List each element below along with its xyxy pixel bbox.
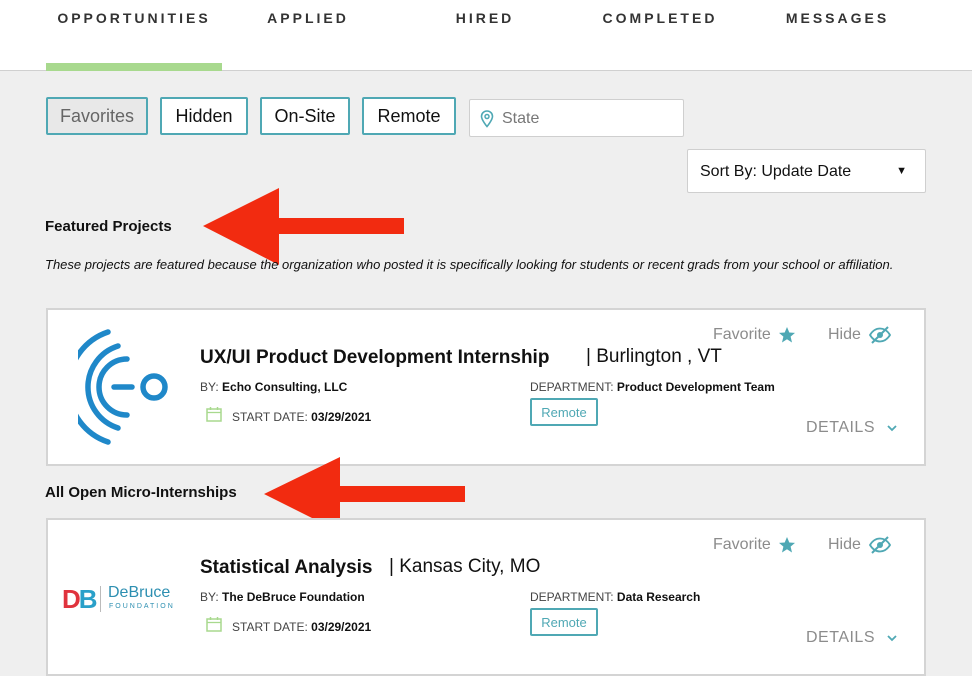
tab-applied[interactable]: APPLIED — [230, 10, 386, 30]
tab-completed[interactable]: COMPLETED — [585, 10, 735, 30]
start-date-label: START DATE: — [232, 410, 308, 424]
hide-button[interactable]: Hide — [828, 536, 861, 554]
start-date-label: START DATE: — [232, 620, 308, 634]
active-tab-indicator — [46, 63, 222, 71]
project-start-date: START DATE: 03/29/2021 — [232, 620, 371, 634]
project-start-date: START DATE: 03/29/2021 — [232, 410, 371, 424]
hidden-filter-button[interactable]: Hidden — [160, 97, 248, 135]
onsite-filter-button[interactable]: On-Site — [260, 97, 350, 135]
remote-filter-button[interactable]: Remote — [362, 97, 456, 135]
remote-tag: Remote — [530, 608, 598, 636]
organization-name: The DeBruce Foundation — [222, 590, 365, 604]
department-label: DEPARTMENT: — [530, 380, 614, 394]
top-navigation: OPPORTUNITIES APPLIED HIRED COMPLETED ME… — [0, 0, 972, 71]
state-input[interactable] — [502, 107, 672, 131]
logo-divider — [100, 586, 101, 612]
calendar-icon — [206, 407, 222, 422]
project-department: DEPARTMENT: Product Development Team — [530, 380, 775, 394]
project-organization: BY: The DeBruce Foundation — [200, 590, 365, 604]
details-toggle[interactable]: DETAILS — [806, 419, 875, 437]
eye-slash-icon[interactable] — [868, 326, 892, 344]
project-location: | Burlington , VT — [586, 346, 722, 367]
star-icon[interactable] — [778, 536, 796, 554]
by-label: BY: — [200, 380, 219, 394]
project-title[interactable]: UX/UI Product Development Internship — [200, 347, 549, 369]
debruce-logo: DB DeBruce FOUNDATION — [62, 584, 186, 614]
echo-logo-icon — [78, 329, 168, 445]
tab-hired[interactable]: HIRED — [410, 10, 560, 30]
featured-projects-heading: Featured Projects — [45, 218, 172, 235]
organization-name: Echo Consulting, LLC — [222, 380, 348, 394]
all-open-heading: All Open Micro-Internships — [45, 484, 237, 501]
by-label: BY: — [200, 590, 219, 604]
project-card[interactable]: DB DeBruce FOUNDATION Statistical Analys… — [46, 518, 926, 676]
favorite-button[interactable]: Favorite — [713, 326, 771, 344]
tab-opportunities[interactable]: OPPORTUNITIES — [46, 10, 222, 30]
state-filter-field[interactable] — [469, 99, 684, 137]
debruce-logo-letters: DB — [62, 584, 98, 614]
hide-button[interactable]: Hide — [828, 326, 861, 344]
favorites-filter-button[interactable]: Favorites — [46, 97, 148, 135]
project-title[interactable]: Statistical Analysis — [200, 557, 372, 579]
start-date-value: 03/29/2021 — [311, 620, 372, 634]
department-name: Data Research — [616, 590, 701, 604]
project-location: | Kansas City, MO — [389, 556, 541, 577]
project-organization: BY: Echo Consulting, LLC — [200, 380, 347, 394]
details-toggle[interactable]: DETAILS — [806, 629, 875, 647]
project-department: DEPARTMENT: Data Research — [530, 590, 700, 604]
remote-tag: Remote — [530, 398, 598, 426]
location-pin-icon — [480, 110, 494, 128]
start-date-value: 03/29/2021 — [311, 410, 372, 424]
department-label: DEPARTMENT: — [530, 590, 614, 604]
sort-dropdown-label: Sort By: Update Date — [700, 163, 852, 180]
chevron-down-icon[interactable] — [886, 424, 898, 432]
tab-messages[interactable]: MESSAGES — [760, 10, 915, 30]
calendar-icon — [206, 617, 222, 632]
favorite-button[interactable]: Favorite — [713, 536, 771, 554]
department-name: Product Development Team — [616, 380, 775, 394]
featured-projects-note: These projects are featured because the … — [45, 257, 894, 272]
debruce-logo-subtitle: FOUNDATION — [109, 603, 175, 610]
chevron-down-icon[interactable] — [886, 634, 898, 642]
caret-down-icon: ▼ — [896, 165, 907, 177]
sort-dropdown[interactable]: Sort By: Update Date ▼ — [687, 149, 926, 193]
project-card[interactable]: UX/UI Product Development Internship | B… — [46, 308, 926, 466]
eye-slash-icon[interactable] — [868, 536, 892, 554]
star-icon[interactable] — [778, 326, 796, 344]
debruce-logo-name: DeBruce — [108, 584, 171, 601]
